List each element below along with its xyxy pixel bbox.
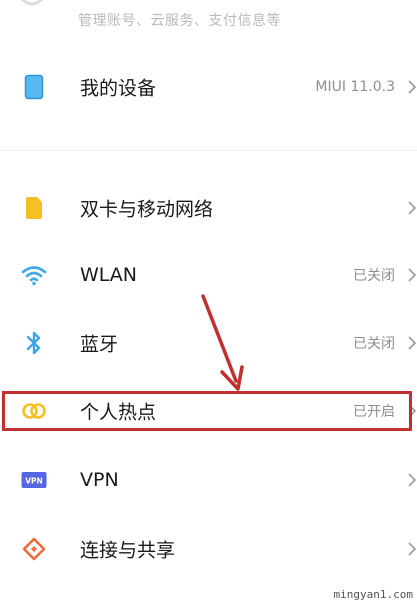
- settings-row-connection-sharing[interactable]: 连接与共享: [0, 516, 417, 582]
- chevron-right-icon: [408, 268, 417, 282]
- watermark: mingyan1.com: [333, 588, 413, 601]
- account-row[interactable]: 管理账号、云服务、支付信息等: [0, 0, 417, 40]
- vpn-icon: VPN: [20, 466, 48, 494]
- chevron-right-icon: [408, 542, 417, 556]
- settings-screen: 管理账号、云服务、支付信息等 我的设备 MIUI 11.0.3 双卡与移动网络: [0, 0, 417, 603]
- settings-row-label: 我的设备: [80, 77, 157, 100]
- section-divider: [0, 150, 417, 151]
- chevron-right-icon: [408, 80, 417, 94]
- settings-row-value: 已关闭: [353, 268, 395, 284]
- settings-row-label: VPN: [80, 469, 119, 491]
- chevron-right-icon: [408, 473, 417, 487]
- chevron-right-icon: [408, 336, 417, 350]
- settings-row-label: 蓝牙: [80, 333, 119, 356]
- account-icon: [21, 0, 43, 6]
- settings-row-bluetooth[interactable]: 蓝牙 已关闭: [0, 310, 417, 376]
- chevron-right-icon: [408, 201, 417, 215]
- wifi-icon: [20, 261, 48, 289]
- settings-row-label: WLAN: [80, 264, 138, 286]
- share-icon: [20, 535, 48, 563]
- settings-row-label: 连接与共享: [80, 539, 176, 562]
- settings-row-value: MIUI 11.0.3: [315, 79, 395, 95]
- phone-icon: [20, 73, 48, 101]
- bluetooth-icon: [20, 329, 48, 357]
- settings-row-label: 双卡与移动网络: [80, 198, 214, 221]
- settings-row-wlan[interactable]: WLAN 已关闭: [0, 242, 417, 308]
- account-subtitle: 管理账号、云服务、支付信息等: [78, 13, 281, 29]
- settings-row-value: 已关闭: [353, 336, 395, 352]
- settings-row-dual-sim[interactable]: 双卡与移动网络: [0, 175, 417, 241]
- vpn-badge-text: VPN: [25, 477, 43, 486]
- settings-row-vpn[interactable]: VPN VPN: [0, 447, 417, 513]
- annotation-highlight-box: [2, 391, 412, 431]
- settings-row-my-device[interactable]: 我的设备 MIUI 11.0.3: [0, 54, 417, 120]
- sim-card-icon: [20, 194, 48, 222]
